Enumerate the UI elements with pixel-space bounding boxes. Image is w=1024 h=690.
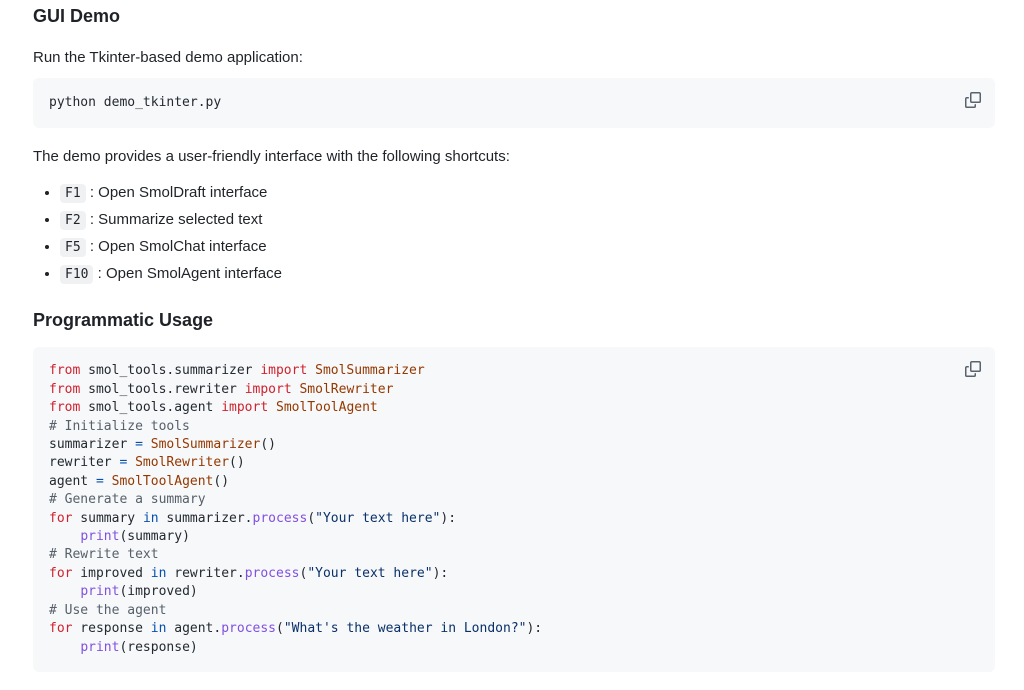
code-content-python: from smol_tools.summarizer import SmolSu…: [49, 363, 543, 655]
paragraph-shortcuts-intro: The demo provides a user-friendly interf…: [33, 148, 510, 166]
list-item-shortcut-f1: F1 : Open SmolDraft interface: [60, 183, 995, 204]
paragraph-run-demo: Run the Tkinter-based demo application:: [33, 49, 303, 66]
copy-icon: [965, 92, 981, 108]
readme-article: GUI Demo Run the Tkinter-based demo appl…: [0, 0, 1024, 672]
kbd-f2: F2: [60, 211, 86, 231]
code-block-shell: python demo_tkinter.py: [33, 78, 995, 129]
code-content-shell: python demo_tkinter.py: [49, 95, 222, 110]
heading-programmatic-usage: Programmatic Usage: [33, 310, 214, 331]
shortcut-desc: : Open SmolChat interface: [85, 238, 267, 256]
kbd-f1: F1: [60, 184, 86, 204]
copy-button[interactable]: [959, 86, 987, 114]
shortcut-desc: : Summarize selected text: [85, 211, 263, 229]
list-item-shortcut-f10: F10 : Open SmolAgent interface: [60, 264, 995, 285]
shortcut-desc: : Open SmolAgent interface: [93, 265, 282, 283]
kbd-f10: F10: [60, 265, 94, 285]
list-item-shortcut-f2: F2 : Summarize selected text: [60, 210, 995, 231]
list-item-shortcut-f5: F5 : Open SmolChat interface: [60, 237, 995, 258]
code-block-python: from smol_tools.summarizer import SmolSu…: [33, 347, 995, 672]
heading-gui-demo: GUI Demo: [33, 6, 121, 26]
kbd-f5: F5: [60, 238, 86, 258]
copy-icon: [965, 361, 981, 378]
shortcuts-list: F1 : Open SmolDraft interface F2 : Summa…: [33, 183, 995, 285]
copy-button[interactable]: [959, 355, 987, 383]
shortcut-desc: : Open SmolDraft interface: [85, 184, 268, 202]
